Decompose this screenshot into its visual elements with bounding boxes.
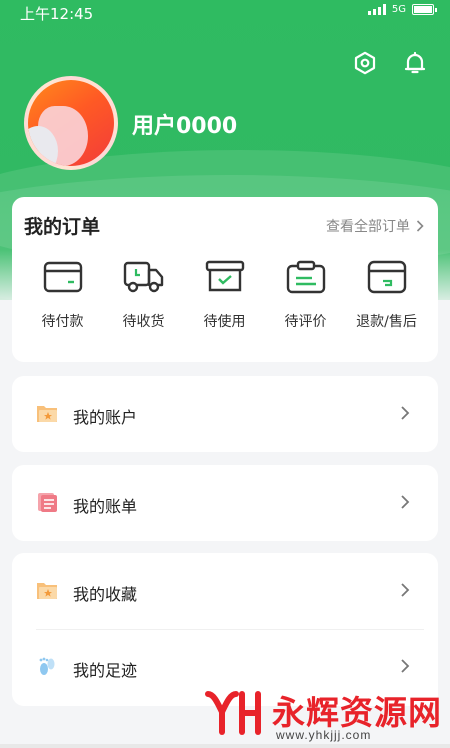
folder-star-icon — [36, 579, 58, 601]
watermark-text: 永辉资源网 — [272, 693, 442, 732]
menu-my-account[interactable]: 我的账户 — [12, 376, 438, 452]
menu-my-bill[interactable]: 我的账单 — [12, 465, 438, 541]
chevron-right-icon — [401, 583, 410, 597]
order-to-review[interactable]: 待评价 — [265, 257, 346, 331]
clipboard-icon — [284, 257, 328, 297]
menu-my-favorites[interactable]: 我的收藏 — [12, 553, 438, 629]
footprint-icon — [36, 655, 58, 677]
order-refund[interactable]: 退款/售后 — [346, 257, 427, 331]
wallet-card-icon — [41, 257, 85, 297]
menu-label: 我的收藏 — [73, 585, 138, 604]
chevron-right-icon — [401, 406, 410, 420]
watermark-logo — [205, 691, 261, 735]
username[interactable]: 用户0000 — [132, 108, 237, 140]
order-to-use[interactable]: 待使用 — [184, 257, 265, 331]
battery-icon — [412, 4, 437, 15]
status-time: 上午12:45 — [20, 5, 94, 23]
menu-label: 我的账户 — [73, 408, 138, 427]
status-bar: 上午12:45 5G — [0, 0, 450, 24]
order-pending-receipt[interactable]: 待收货 — [103, 257, 184, 331]
bell-icon[interactable] — [402, 50, 428, 76]
watermark-url: www.yhkjjj.com — [276, 728, 372, 742]
bill-icon — [36, 491, 58, 513]
settings-icon[interactable] — [352, 50, 378, 76]
folder-star-icon — [36, 402, 58, 424]
my-orders-card: 我的订单 查看全部订单 待付款 待收货 待使用 待评价 退款/售后 — [12, 197, 438, 362]
view-all-orders-link[interactable]: 查看全部订单 — [326, 216, 424, 236]
chevron-right-icon — [401, 495, 410, 509]
signal-icon — [367, 4, 386, 15]
refund-box-icon — [365, 257, 409, 297]
order-pending-payment[interactable]: 待付款 — [22, 257, 103, 331]
menu-group-favorites-footprints: 我的收藏 我的足迹 — [12, 553, 438, 706]
menu-label: 我的足迹 — [73, 661, 138, 680]
chevron-right-icon — [416, 220, 424, 232]
orders-title: 我的订单 — [24, 216, 101, 238]
network-type: 5G — [391, 4, 406, 15]
truck-icon — [122, 257, 166, 297]
menu-label: 我的账单 — [73, 497, 138, 516]
watermark: 永辉资源网 www.yhkjjj.com — [204, 686, 444, 744]
box-check-icon — [203, 257, 247, 297]
chevron-right-icon — [401, 659, 410, 673]
avatar[interactable] — [24, 76, 118, 170]
